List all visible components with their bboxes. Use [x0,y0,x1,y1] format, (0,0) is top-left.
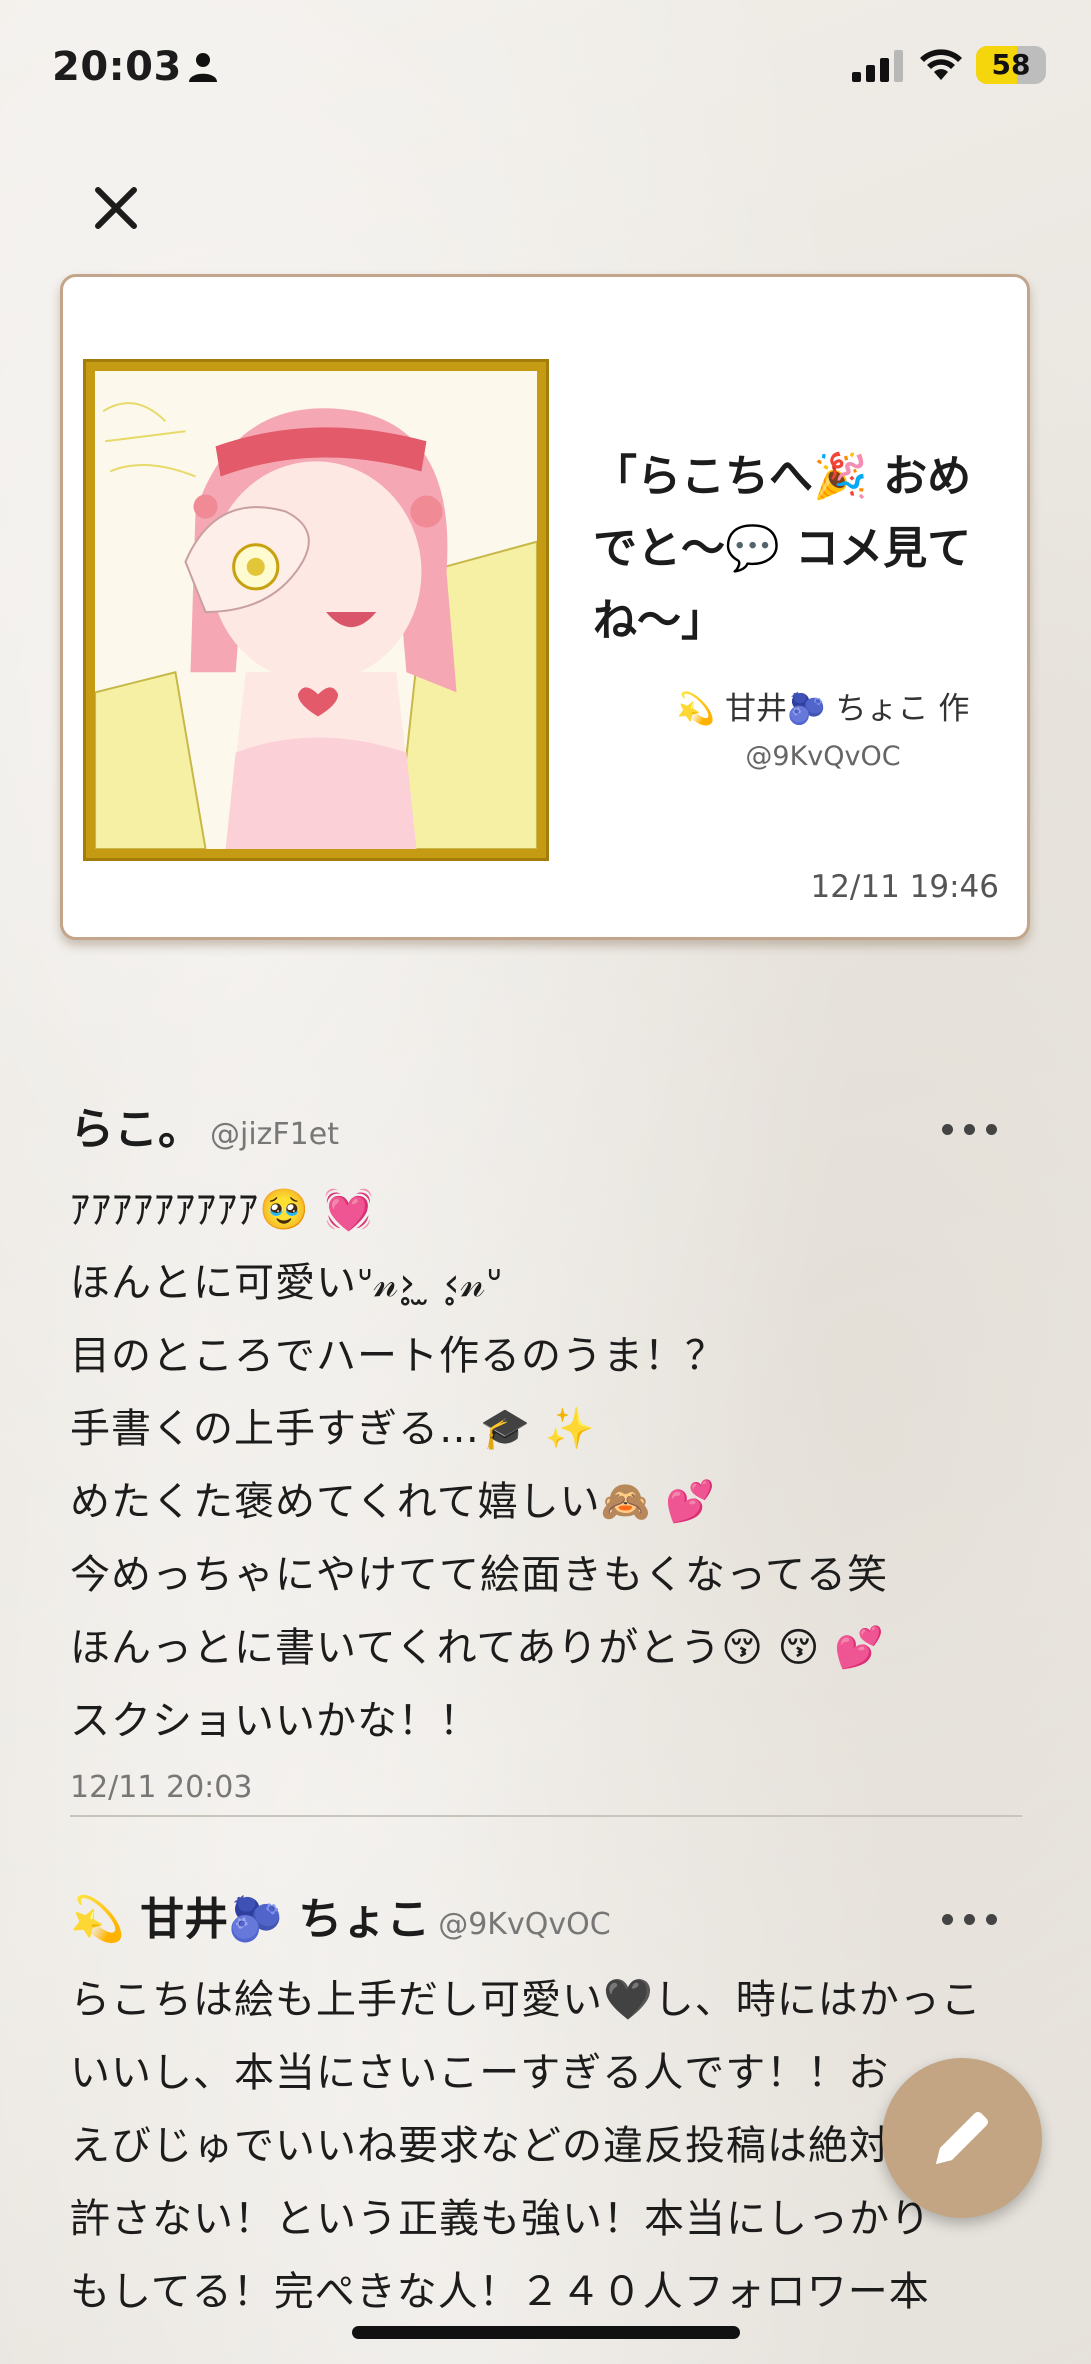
artwork-card[interactable]: 「らこちへ🎉 おめでと〜💬 コメ見てね〜」 💫 甘井🫐 ちょこ 作 @9KvQv… [60,274,1030,940]
compose-button[interactable] [882,2058,1042,2218]
comment-item: 💫 甘井🫐 ちょこ @9KvQvOC らこちは絵も上手だし可愛い🖤し、時にはかっこ… [70,1880,1022,2329]
comment-header: 💫 甘井🫐 ちょこ @9KvQvOC [70,1880,1022,1960]
comment-author-handle[interactable]: @jizF1et [210,1117,339,1152]
comment-author-name[interactable]: らこ。 [70,1104,202,1155]
comment-body: ｱｱｱｱｱｱｱｱｱ🥹 💓 ほんとに可愛いᐡ𝓃›̥̥ ̫ ‹̥̥𝓃ᐡ 目のところで… [70,1187,888,1744]
comment-date: 12/11 20:03 [70,1770,253,1805]
comment-item: らこ。 @jizF1et ｱｱｱｱｱｱｱｱｱ🥹 💓 ほんとに可愛いᐡ𝓃›̥̥ ̫ … [70,1090,1022,1805]
drawing-artwork-icon [95,371,537,849]
cellular-signal-icon [852,50,903,82]
dot-icon [964,1914,975,1925]
battery-indicator: 58 [976,46,1046,84]
close-button[interactable] [86,178,146,238]
dot-icon [964,1124,975,1135]
pencil-icon [936,2112,988,2164]
card-handle[interactable]: @9KvQvOC [633,741,1013,772]
artwork-frame[interactable] [83,359,549,861]
card-date: 12/11 19:46 [810,869,999,905]
status-bar: 20:03 58 [0,0,1091,130]
comment-author-handle[interactable]: @9KvQvOC [438,1907,610,1942]
dot-icon [986,1124,997,1135]
card-author[interactable]: 💫 甘井🫐 ちょこ 作 [633,683,1013,728]
dot-icon [986,1914,997,1925]
card-title: 「らこちへ🎉 おめでと〜💬 コメ見てね〜」 [593,451,972,646]
comment-author-name[interactable]: 💫 甘井🫐 ちょこ [70,1894,430,1945]
comment-body: らこちは絵も上手だし可愛い🖤し、時にはかっこいいし、本当にさいこーすぎる人です！… [70,1977,982,2315]
artwork-image [95,371,537,849]
battery-level: 58 [991,48,1031,81]
dot-icon [942,1914,953,1925]
dot-icon [942,1124,953,1135]
comment-divider [70,1815,1022,1817]
comment-header: らこ。 @jizF1et [70,1090,1022,1170]
more-options-button[interactable] [942,1116,998,1140]
person-icon [189,53,217,82]
wifi-icon [920,49,962,80]
home-indicator [352,2326,740,2339]
status-time: 20:03 [52,44,182,90]
more-options-button[interactable] [942,1906,998,1930]
